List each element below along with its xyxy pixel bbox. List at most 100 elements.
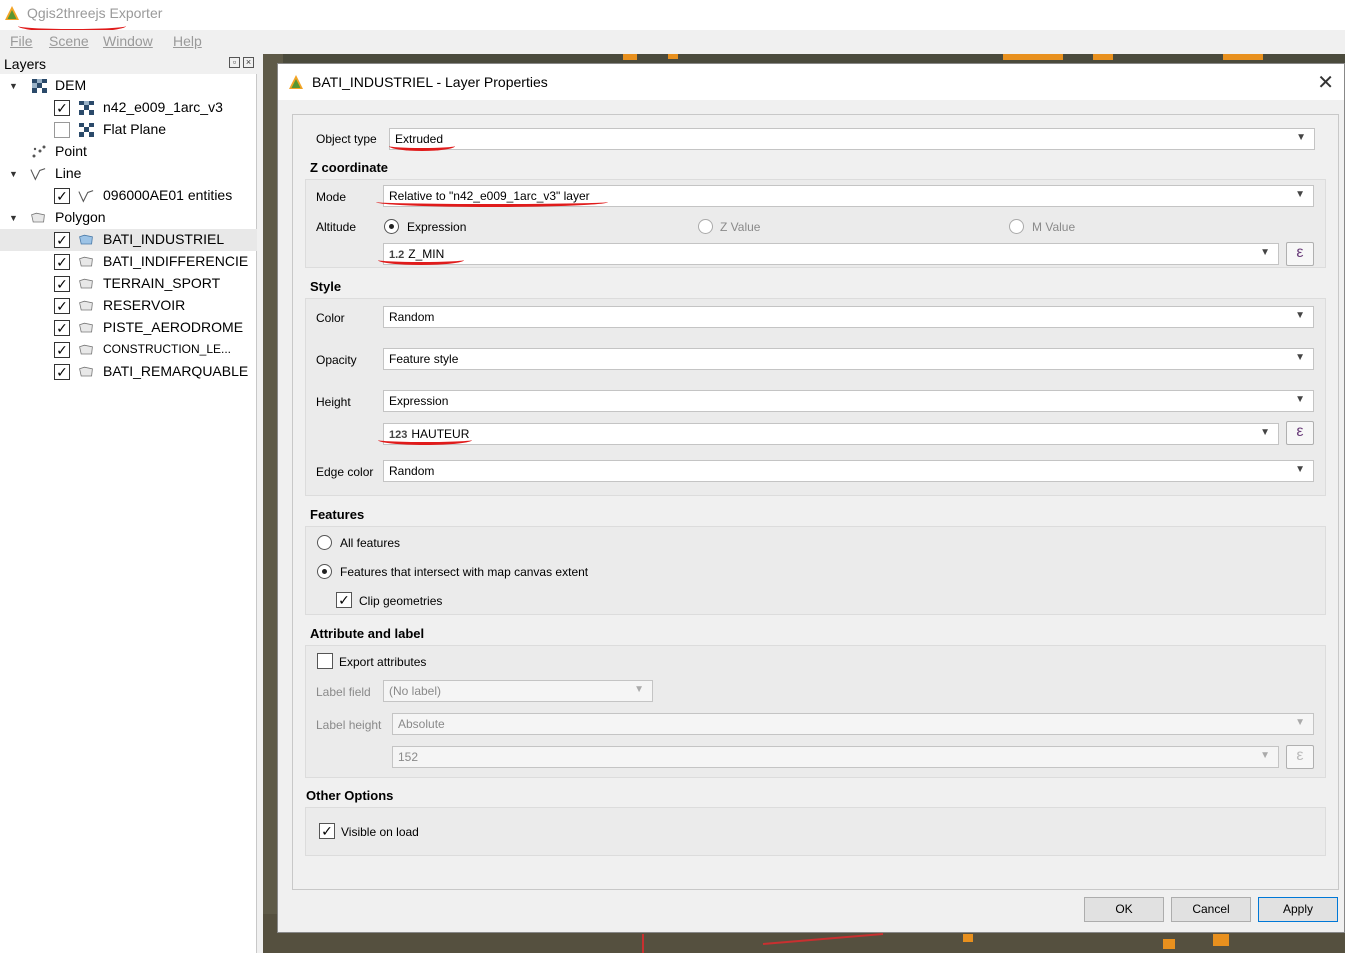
radio-intersect-features[interactable]: [317, 564, 332, 579]
label-height-value-field[interactable]: 152 ▼: [392, 746, 1279, 768]
close-panel-icon[interactable]: ×: [243, 57, 254, 68]
apply-button[interactable]: Apply: [1258, 897, 1338, 922]
tree-group-point[interactable]: Point: [0, 141, 257, 163]
object-type-select[interactable]: Extruded ▼: [389, 128, 1315, 150]
tree-item-bati-indifferencie[interactable]: ✓ BATI_INDIFFERENCIE: [0, 251, 257, 273]
other-options-group: ✓ Visible on load: [305, 807, 1326, 856]
chevron-down-icon: ▼: [634, 684, 644, 695]
tree-label: RESERVOIR: [103, 297, 186, 313]
cancel-button[interactable]: Cancel: [1171, 897, 1251, 922]
chevron-down-icon[interactable]: ▼: [9, 169, 18, 179]
all-features-label: All features: [340, 536, 401, 550]
clip-geometries-checkbox[interactable]: ✓: [336, 592, 352, 608]
tree-label: BATI_REMARQUABLE: [103, 363, 249, 379]
opacity-select[interactable]: Feature style ▼: [383, 348, 1314, 370]
polygon-layer-icon: [31, 212, 45, 223]
dialog-titlebar: BATI_INDUSTRIEL - Layer Properties ✕: [278, 64, 1344, 100]
tree-group-dem[interactable]: ▼ DEM: [0, 75, 257, 97]
radio-expression[interactable]: [384, 219, 399, 234]
color-select[interactable]: Random ▼: [383, 306, 1314, 328]
layer-checkbox[interactable]: ✓: [54, 276, 70, 292]
menu-scene[interactable]: Scene: [49, 33, 89, 49]
layer-checkbox[interactable]: ✓: [54, 232, 70, 248]
float-panel-icon[interactable]: ▫: [229, 57, 240, 68]
chevron-down-icon: ▼: [1295, 394, 1305, 405]
z-coordinate-group: Mode Relative to "n42_e009_1arc_v3" laye…: [305, 179, 1326, 268]
tree-item-flat-plane[interactable]: Flat Plane: [0, 119, 257, 141]
radio-z-label: Z Value: [720, 220, 761, 234]
menu-help[interactable]: Help: [173, 33, 202, 49]
label-field-label: Label field: [316, 685, 371, 699]
raster-icon: [32, 79, 47, 93]
export-attributes-label: Export attributes: [339, 655, 427, 669]
app-title: Qgis2threejs Exporter: [27, 5, 163, 21]
radio-all-features[interactable]: [317, 535, 332, 550]
tree-label: BATI_INDUSTRIEL: [103, 231, 225, 247]
layer-checkbox[interactable]: ✓: [54, 320, 70, 336]
chevron-down-icon: ▼: [1295, 717, 1305, 728]
layer-checkbox[interactable]: ✓: [54, 342, 70, 358]
layer-checkbox[interactable]: ✓: [54, 254, 70, 270]
tree-group-polygon[interactable]: ▼ Polygon: [0, 207, 257, 229]
expression-builder-icon[interactable]: ε: [1286, 745, 1314, 769]
raster-icon: [79, 101, 94, 115]
tree-group-line[interactable]: ▼ Line: [0, 163, 257, 185]
raster-icon: [79, 123, 94, 137]
chevron-down-icon: ▼: [1296, 132, 1306, 143]
chevron-down-icon: ▼: [1260, 750, 1270, 761]
label-field-select[interactable]: (No label) ▼: [383, 680, 653, 702]
layer-checkbox[interactable]: ✓: [54, 100, 70, 116]
radio-m-label: M Value: [1032, 220, 1076, 234]
tree-item-n42[interactable]: ✓ n42_e009_1arc_v3: [0, 97, 257, 119]
height-expression-field[interactable]: 123 HAUTEUR ▼: [383, 423, 1279, 445]
chevron-down-icon: ▼: [1295, 464, 1305, 475]
height-select[interactable]: Expression ▼: [383, 390, 1314, 412]
layer-checkbox[interactable]: ✓: [54, 298, 70, 314]
app-titlebar: Qgis2threejs Exporter: [0, 0, 1345, 30]
polygon-layer-icon: [79, 322, 93, 333]
export-attributes-checkbox[interactable]: [317, 653, 333, 669]
qgis-logo-icon: [289, 75, 303, 89]
altitude-label: Altitude: [316, 220, 357, 234]
tree-item-096000ae01[interactable]: ✓ 096000AE01 entities: [0, 185, 257, 207]
color-label: Color: [316, 311, 345, 325]
close-icon[interactable]: ✕: [1317, 70, 1334, 95]
edge-color-select[interactable]: Random ▼: [383, 460, 1314, 482]
annotation-underline-mode: [376, 197, 608, 207]
layers-panel-title: Layers: [4, 56, 47, 72]
opacity-label: Opacity: [316, 353, 357, 367]
tree-label: 096000AE01 entities: [103, 187, 233, 203]
expression-builder-icon[interactable]: ε: [1286, 421, 1314, 445]
tree-item-reservoir[interactable]: ✓ RESERVOIR: [0, 295, 257, 317]
radio-m-value[interactable]: [1009, 219, 1024, 234]
polygon-layer-icon: [79, 234, 93, 245]
tree-label: TERRAIN_SPORT: [103, 275, 221, 291]
tree-item-bati-industriel[interactable]: ✓ BATI_INDUSTRIEL: [0, 229, 257, 251]
layer-checkbox[interactable]: ✓: [54, 364, 70, 380]
altitude-expression-field[interactable]: 1.2 Z_MIN ▼: [383, 243, 1279, 265]
attribute-label-title: Attribute and label: [310, 626, 425, 641]
ok-button[interactable]: OK: [1084, 897, 1164, 922]
tree-label: CONSTRUCTION_LE...: [103, 342, 232, 356]
layer-checkbox[interactable]: ✓: [54, 188, 70, 204]
label-height-label: Label height: [316, 718, 382, 732]
expression-builder-icon[interactable]: ε: [1286, 242, 1314, 266]
layer-checkbox[interactable]: [54, 122, 70, 138]
tree-item-construction[interactable]: ✓ CONSTRUCTION_LE...: [0, 339, 257, 361]
chevron-down-icon[interactable]: ▼: [9, 213, 18, 223]
tree-item-bati-remarquable[interactable]: ✓ BATI_REMARQUABLE: [0, 361, 257, 383]
label-height-select[interactable]: Absolute ▼: [392, 713, 1314, 735]
menu-file[interactable]: File: [10, 33, 33, 49]
qgis-logo-icon: [5, 6, 19, 20]
app-window: Qgis2threejs Exporter File Scene Window …: [0, 0, 1345, 953]
chevron-down-icon[interactable]: ▼: [9, 81, 18, 91]
tree-item-terrain-sport[interactable]: ✓ TERRAIN_SPORT: [0, 273, 257, 295]
radio-z-value[interactable]: [698, 219, 713, 234]
visible-on-load-checkbox[interactable]: ✓: [319, 823, 335, 839]
polygon-layer-icon: [79, 256, 93, 267]
polygon-layer-icon: [79, 278, 93, 289]
menu-window[interactable]: Window: [103, 33, 153, 49]
chevron-down-icon: ▼: [1295, 189, 1305, 200]
tree-item-piste-aerodrome[interactable]: ✓ PISTE_AERODROME: [0, 317, 257, 339]
radio-expression-label: Expression: [407, 220, 467, 234]
